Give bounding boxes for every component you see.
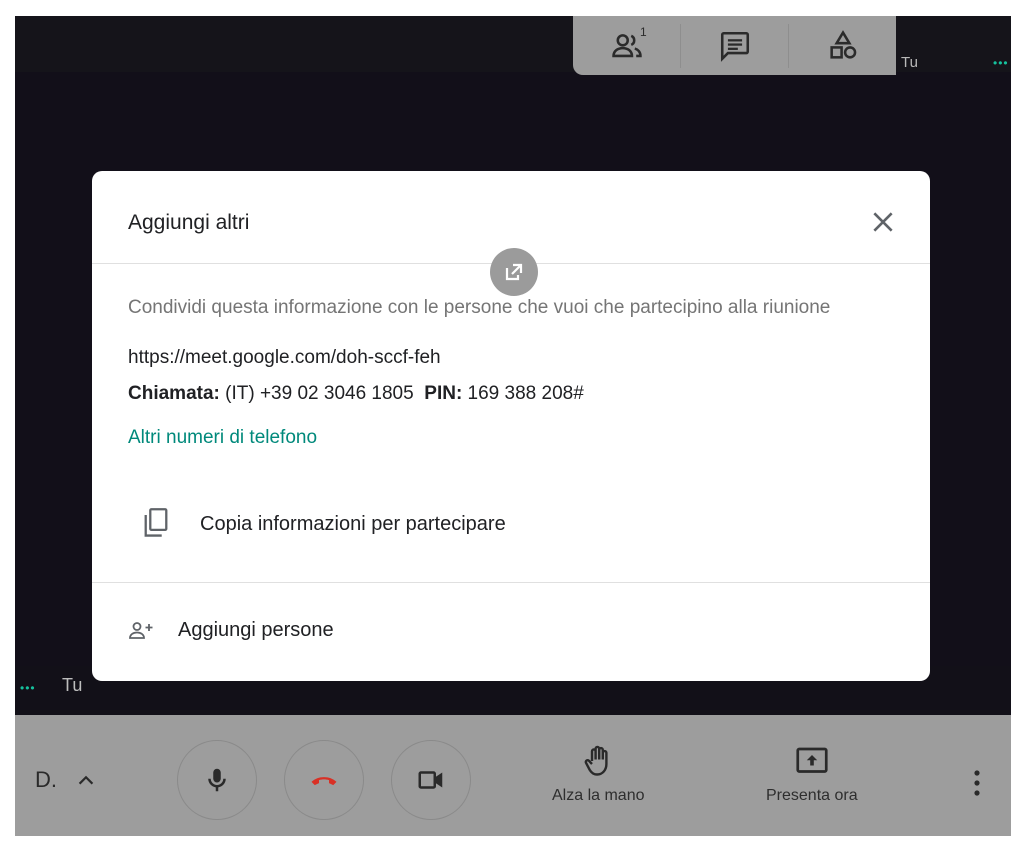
dialog-divider (92, 582, 930, 583)
shapes-icon (829, 29, 856, 59)
present-now-button[interactable]: Presenta ora (766, 743, 858, 805)
add-people-button[interactable]: Aggiungi persone (128, 611, 528, 651)
dialog-description: Condividi questa informazione con le per… (128, 297, 831, 318)
chevron-up-icon[interactable] (75, 769, 97, 791)
bottom-bar: D. Alza la mano Presenta ora (15, 715, 1011, 836)
raise-hand-button[interactable]: Alza la mano (552, 743, 645, 805)
meeting-code[interactable]: D. (35, 767, 57, 793)
pop-out-button[interactable] (490, 248, 538, 296)
meeting-url: https://meet.google.com/doh-sccf-feh (128, 347, 441, 368)
videocam-icon (418, 771, 443, 789)
more-phone-numbers-link[interactable]: Altri numeri di telefono (128, 427, 317, 449)
raise-hand-label: Alza la mano (552, 787, 645, 804)
pin-value: 169 388 208# (467, 383, 584, 404)
activities-button[interactable] (789, 16, 896, 75)
self-more-options-top[interactable]: ••• (993, 56, 1009, 70)
close-icon[interactable] (870, 209, 896, 235)
top-toolbar: 1 (573, 16, 896, 75)
present-now-label: Presenta ora (766, 787, 858, 804)
dialog-title: Aggiungi altri (128, 211, 250, 234)
pin-label: PIN: (424, 383, 463, 404)
chat-button[interactable] (681, 16, 788, 75)
add-others-dialog: Aggiungi altri Condividi questa informaz… (92, 171, 930, 681)
dial-in-info: Chiamata: (IT) +39 02 3046 1805 PIN: 169… (128, 383, 584, 405)
microphone-icon (208, 768, 226, 792)
add-people-label: Aggiungi persone (178, 619, 334, 641)
present-screen-icon (796, 747, 828, 773)
self-name: Tu (62, 675, 83, 695)
open-in-new-icon (505, 263, 523, 281)
call-label: Chiamata: (128, 383, 220, 404)
people-icon (611, 33, 642, 57)
call-number: (IT) +39 02 3046 1805 (225, 383, 414, 404)
copy-join-info-button[interactable]: Copia informazioni per partecipare (128, 499, 628, 549)
copy-icon (144, 508, 168, 537)
self-more-options[interactable]: ••• (20, 681, 36, 695)
person-add-icon (129, 622, 153, 639)
self-name-top: Tu (901, 54, 918, 71)
microphone-button[interactable] (177, 740, 257, 820)
participants-button[interactable]: 1 (573, 16, 680, 75)
chat-icon (720, 31, 749, 62)
hand-icon (584, 745, 608, 776)
copy-join-info-label: Copia informazioni per partecipare (200, 513, 506, 535)
participants-count: 1 (640, 25, 647, 39)
more-options-icon[interactable] (965, 765, 989, 801)
hang-up-icon (311, 777, 337, 786)
hang-up-button[interactable] (284, 740, 364, 820)
camera-button[interactable] (391, 740, 471, 820)
